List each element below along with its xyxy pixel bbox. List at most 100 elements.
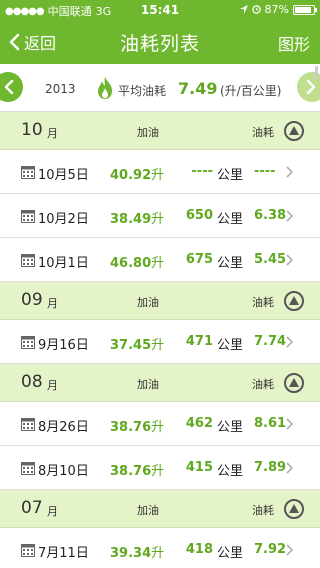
month-header[interactable]: 10 月 加油 油耗 [0,112,320,150]
record-distance-unit: 公里 [217,464,244,479]
record-distance-value: 418 [185,542,213,557]
chevron-right-icon [286,166,294,178]
record-fuel: 40.92升 [110,164,164,183]
record-date: 10月5日 [38,168,89,183]
fuel-record-row[interactable]: 9月16日 37.45升 471 公里 7.74 [0,320,320,364]
record-consumption-value: 5.45 [254,252,287,267]
record-date: 8月26日 [38,420,89,435]
record-date: 10月1日 [38,256,89,271]
calendar-icon [21,336,35,349]
record-fuel-value: 40.92 [110,168,152,183]
location-icon [239,5,248,14]
month-number: 09 [21,290,43,310]
month-header[interactable]: 07 月 加油 油耗 [0,490,320,528]
collapse-toggle-button[interactable] [284,291,304,311]
record-distance-unit: 公里 [217,546,244,561]
record-distance-value: 462 [185,416,213,431]
month-number: 07 [21,498,43,518]
column-fuel-label: 加油 [137,126,159,139]
record-date: 10月2日 [38,212,89,227]
record-fuel-unit: 升 [151,464,165,479]
fuel-record-row[interactable]: 7月11日 39.34升 418 公里 7.92 [0,528,320,568]
chevron-up-icon [289,504,299,513]
record-date: 9月16日 [38,338,89,353]
page-title: 油耗列表 [119,33,200,55]
record-distance-unit: 公里 [217,256,244,271]
column-fuel-label: 加油 [137,296,159,309]
record-fuel-value: 46.80 [110,256,152,271]
record-fuel-value: 38.76 [110,464,152,479]
record-fuel-unit: 升 [151,168,165,183]
year-summary-bar: 2013 平均油耗 7.49 (升/百公里) [0,64,320,112]
record-fuel: 46.80升 [110,252,164,271]
average-consumption-label: 平均油耗 [118,84,167,98]
month-header[interactable]: 09 月 加油 油耗 [0,282,320,320]
record-distance-unit: 公里 [217,168,244,183]
record-consumption-value: 7.74 [254,334,287,349]
chevron-right-icon [286,418,294,430]
record-fuel: 38.49升 [110,208,164,227]
previous-year-button[interactable] [0,72,23,102]
top-bar: ●●●●● 中国联通 3G 15:41 87% 返回 油耗列表 图形 [0,0,320,64]
chevron-right-icon [286,336,294,348]
chevron-right-icon [286,254,294,266]
month-header[interactable]: 08 月 加油 油耗 [0,364,320,402]
column-consumption-label: 油耗 [252,504,274,517]
calendar-icon [21,254,35,267]
chevron-right-icon [286,544,294,556]
collapse-toggle-button[interactable] [284,373,304,393]
record-distance-value: 415 [185,460,213,475]
fuel-record-row[interactable]: 10月5日 40.92升 ---- 公里 ---- [0,150,320,194]
column-consumption-label: 油耗 [252,296,274,309]
record-distance-value: 650 [185,208,213,223]
flame-icon [98,77,112,99]
record-fuel: 38.76升 [110,460,164,479]
month-number: 08 [21,372,43,392]
record-distance-value: 675 [185,252,213,267]
calendar-icon [21,418,35,431]
record-fuel: 38.76升 [110,416,164,435]
scroll-indicator [315,66,318,80]
fuel-record-row[interactable]: 10月1日 46.80升 675 公里 5.45 [0,238,320,282]
collapse-toggle-button[interactable] [284,499,304,519]
calendar-icon [21,544,35,557]
average-consumption-unit: (升/百公里) [220,84,282,98]
record-fuel-value: 38.49 [110,212,152,227]
calendar-icon [21,462,35,475]
navigation-bar: 返回 油耗列表 图形 [0,20,320,64]
chevron-up-icon [289,378,299,387]
record-distance-value: 471 [185,334,213,349]
fuel-record-list: 10 月加油 油耗 10月5日 40.92升 ---- 公里 ---- 10月2日 38.49升 6… [0,112,320,568]
record-distance-unit: 公里 [217,212,244,227]
record-consumption-value: ---- [254,164,276,179]
record-date: 7月11日 [38,546,89,561]
fuel-record-row[interactable]: 10月2日 38.49升 650 公里 6.38 [0,194,320,238]
month-number: 10 [21,120,43,140]
record-consumption-value: 7.89 [254,460,287,475]
battery-percent: 87% [264,3,289,16]
chevron-left-icon [4,80,14,94]
record-fuel-value: 37.45 [110,338,152,353]
record-distance-unit: 公里 [217,338,244,353]
record-consumption-value: 8.61 [254,416,287,431]
calendar-icon [21,210,35,223]
record-fuel-value: 39.34 [110,546,152,561]
record-fuel: 39.34升 [110,542,164,561]
record-fuel-unit: 升 [151,338,165,353]
battery-fill [295,6,311,13]
chevron-up-icon [289,126,299,135]
chevron-right-icon [286,462,294,474]
fuel-record-row[interactable]: 8月26日 38.76升 462 公里 8.61 [0,402,320,446]
battery-icon [293,4,317,15]
graph-button[interactable]: 图形 [278,31,310,55]
record-fuel-value: 38.76 [110,420,152,435]
chevron-right-icon [286,210,294,222]
fuel-record-row[interactable]: 8月10日 38.76升 415 公里 7.89 [0,446,320,490]
column-fuel-label: 加油 [137,504,159,517]
column-consumption-label: 油耗 [252,126,274,139]
month-unit: 月 [47,297,58,310]
record-fuel-unit: 升 [151,256,165,271]
record-fuel-unit: 升 [151,546,165,561]
column-consumption-label: 油耗 [252,378,274,391]
collapse-toggle-button[interactable] [284,121,304,141]
